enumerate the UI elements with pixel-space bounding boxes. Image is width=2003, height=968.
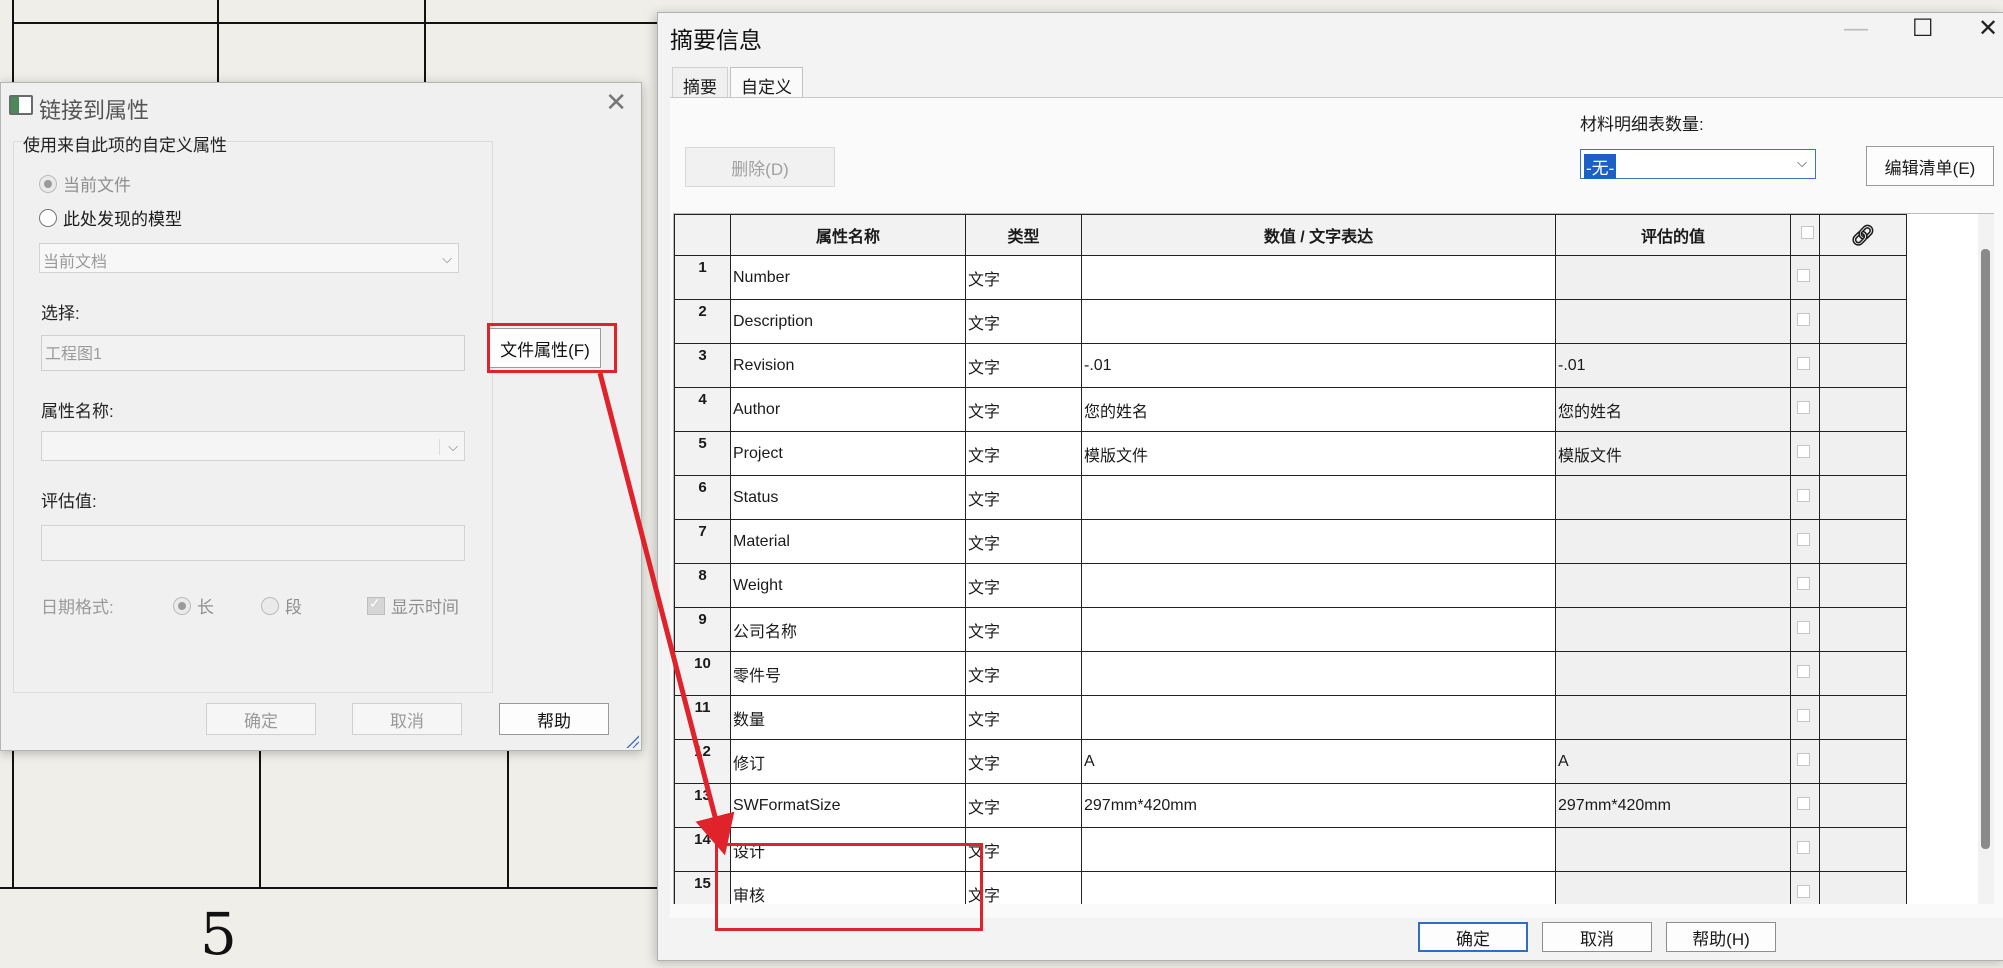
annotation-arrow <box>597 372 735 856</box>
arrow-line <box>597 372 735 856</box>
